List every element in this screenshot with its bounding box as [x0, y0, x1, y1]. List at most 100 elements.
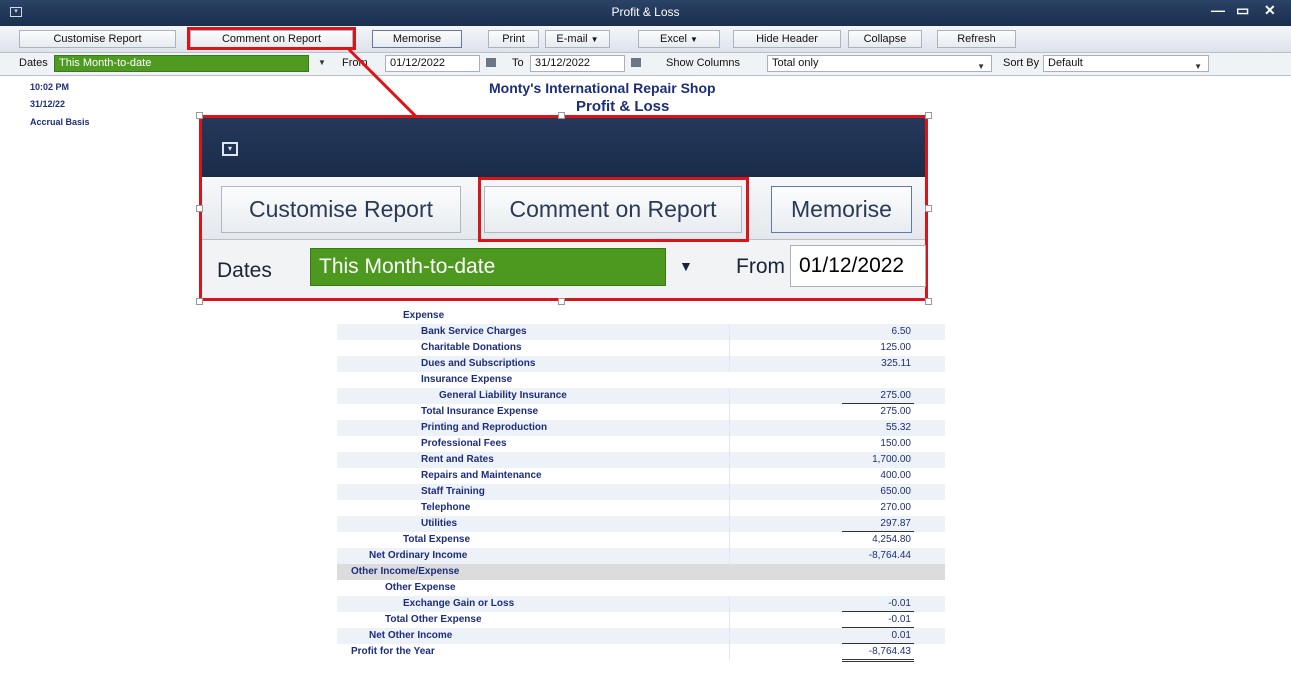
table-row[interactable]: Net Ordinary Income -8,764.44 — [337, 548, 945, 564]
table-row[interactable]: Total Other Expense -0.01 — [337, 612, 945, 628]
resize-handle[interactable] — [558, 112, 565, 119]
total-double-rule — [842, 659, 914, 662]
table-row[interactable]: Exchange Gain or Loss -0.01 — [337, 596, 945, 612]
chevron-down-icon: ▼ — [977, 62, 985, 71]
calendar-icon[interactable] — [631, 58, 641, 67]
excel-button[interactable]: Excel ▼ — [638, 30, 720, 48]
from-date-field[interactable]: 01/12/2022 — [385, 55, 480, 72]
table-row[interactable]: Dues and Subscriptions 325.11 — [337, 356, 945, 372]
table-row[interactable]: Total Insurance Expense 275.00 — [337, 404, 945, 420]
divider — [729, 420, 730, 436]
divider — [729, 532, 730, 548]
row-amount: 325.11 — [881, 358, 911, 369]
zoom-dates-dropdown: This Month-to-date — [310, 248, 666, 286]
table-row[interactable]: Total Expense 4,254.80 — [337, 532, 945, 548]
zoom-callout: ▾ Customise Report Comment on Report Mem… — [199, 115, 928, 301]
table-row[interactable]: Staff Training 650.00 — [337, 484, 945, 500]
divider — [729, 388, 730, 404]
report-basis: Accrual Basis — [30, 117, 90, 127]
row-label: Dues and Subscriptions — [421, 358, 536, 369]
divider — [729, 500, 730, 516]
row-amount: 400.00 — [880, 470, 911, 481]
table-row[interactable]: Telephone 270.00 — [337, 500, 945, 516]
resize-handle[interactable] — [196, 112, 203, 119]
resize-handle[interactable] — [925, 205, 932, 212]
row-label: Other Income/Expense — [351, 566, 460, 577]
sort-by-label: Sort By — [1003, 57, 1040, 69]
row-label: General Liability Insurance — [439, 390, 567, 401]
divider — [729, 484, 730, 500]
zoom-title-bar: ▾ — [202, 118, 925, 177]
customise-report-button[interactable]: Customise Report — [19, 30, 176, 48]
row-amount: 150.00 — [880, 438, 911, 449]
close-icon[interactable]: ✕ — [1264, 2, 1276, 19]
zoom-comment-highlight — [478, 177, 749, 242]
resize-handle[interactable] — [925, 298, 932, 305]
table-row[interactable]: Rent and Rates 1,700.00 — [337, 452, 945, 468]
divider — [729, 356, 730, 372]
hide-header-button[interactable]: Hide Header — [733, 30, 841, 48]
window-title: Profit & Loss — [611, 5, 680, 19]
calendar-icon[interactable] — [486, 58, 496, 67]
row-amount: 270.00 — [880, 502, 911, 513]
to-label: To — [512, 57, 524, 69]
table-row[interactable]: Bank Service Charges 6.50 — [337, 324, 945, 340]
table-row[interactable]: Charitable Donations 125.00 — [337, 340, 945, 356]
divider — [729, 340, 730, 356]
filter-bar: Dates This Month-to-date ▼ From 01/12/20… — [0, 53, 1291, 76]
row-label: Utilities — [421, 518, 458, 529]
report-time: 10:02 PM — [30, 82, 70, 92]
show-columns-value: Total only — [772, 57, 819, 69]
row-amount: 650.00 — [880, 486, 911, 497]
show-columns-label: Show Columns — [666, 57, 740, 69]
refresh-button[interactable]: Refresh — [937, 30, 1016, 48]
chevron-down-icon: ▼ — [690, 35, 698, 44]
table-row[interactable]: Net Other Income 0.01 — [337, 628, 945, 644]
minimize-icon[interactable]: — — [1211, 2, 1225, 18]
chevron-down-icon[interactable]: ▼ — [318, 58, 326, 67]
sort-by-value: Default — [1048, 57, 1083, 69]
divider — [729, 596, 730, 612]
row-label: Telephone — [421, 502, 471, 513]
table-row[interactable]: Utilities 297.87 — [337, 516, 945, 532]
print-button[interactable]: Print — [488, 30, 539, 48]
row-label: Repairs and Maintenance — [421, 470, 542, 481]
email-label: E-mail — [556, 33, 588, 45]
collapse-button[interactable]: Collapse — [848, 30, 922, 48]
divider — [729, 612, 730, 628]
table-row[interactable]: Insurance Expense — [337, 372, 945, 388]
table-row[interactable]: Printing and Reproduction 55.32 — [337, 420, 945, 436]
table-row[interactable]: General Liability Insurance 275.00 — [337, 388, 945, 404]
resize-handle[interactable] — [196, 298, 203, 305]
table-row[interactable]: Professional Fees 150.00 — [337, 436, 945, 452]
row-label: Total Expense — [403, 534, 471, 545]
maximize-icon[interactable]: ▭ — [1236, 2, 1249, 19]
zoom-from-label: From — [736, 255, 785, 278]
zoom-memorise-button: Memorise — [771, 186, 912, 233]
row-label: Profit for the Year — [351, 646, 435, 657]
show-columns-dropdown[interactable]: Total only ▼ — [767, 55, 992, 72]
row-amount: 125.00 — [880, 342, 911, 353]
table-row[interactable]: Expense — [337, 308, 945, 324]
to-date-field[interactable]: 31/12/2022 — [530, 55, 625, 72]
table-row[interactable]: Other Expense — [337, 580, 945, 596]
company-name: Monty's International Repair Shop — [489, 80, 716, 96]
resize-handle[interactable] — [558, 298, 565, 305]
sort-by-dropdown[interactable]: Default ▼ — [1043, 55, 1209, 72]
row-label: Insurance Expense — [421, 374, 513, 385]
memorise-button[interactable]: Memorise — [372, 30, 462, 48]
table-row[interactable]: Other Income/Expense — [337, 564, 945, 580]
dates-dropdown[interactable]: This Month-to-date — [54, 55, 309, 72]
row-amount: 0.01 — [891, 630, 911, 641]
table-row[interactable]: Repairs and Maintenance 400.00 — [337, 468, 945, 484]
divider — [729, 404, 730, 420]
email-button[interactable]: E-mail ▼ — [545, 30, 610, 48]
chevron-down-icon: ▼ — [1194, 62, 1202, 71]
table-row[interactable]: Profit for the Year -8,764.43 — [337, 644, 945, 660]
divider — [729, 548, 730, 564]
resize-handle[interactable] — [925, 112, 932, 119]
row-amount: 275.00 — [880, 390, 911, 401]
resize-handle[interactable] — [196, 205, 203, 212]
row-label: Total Other Expense — [385, 614, 482, 625]
row-label: Professional Fees — [421, 438, 507, 449]
